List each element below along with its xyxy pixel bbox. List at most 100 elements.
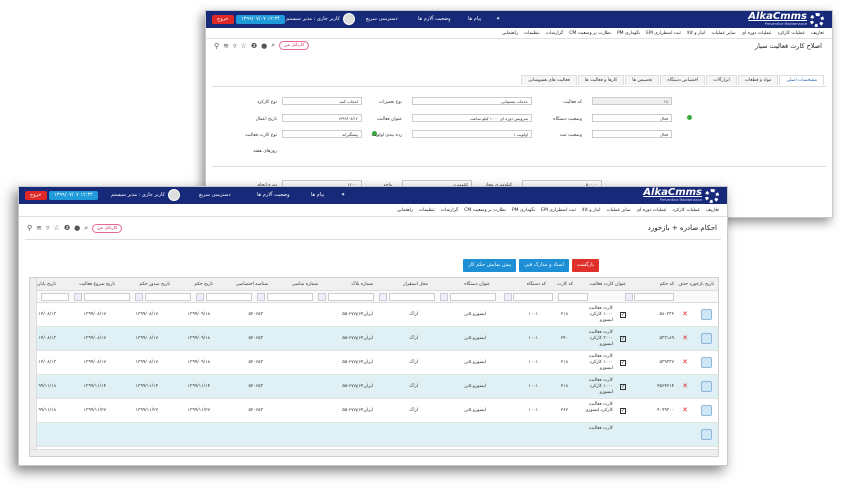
record-status-select[interactable]: فعال: [592, 130, 672, 138]
row-checkbox[interactable]: ✓: [620, 384, 626, 390]
filter-icon[interactable]: [135, 293, 143, 301]
delete-icon[interactable]: ✕: [682, 334, 688, 342]
tab-overlap[interactable]: فعالیت های همپوشانی: [521, 75, 577, 85]
table-row[interactable]: ✕ ✓ ۴۵۶۴۲۱۴ کارت فعالیت ۱۰۰۰ کارکرد ایسوزو ۲…: [30, 375, 718, 399]
col-header[interactable]: تاریخ پایان: [37, 282, 56, 287]
pin-icon[interactable]: ✦: [341, 192, 345, 198]
col-header[interactable]: شماره پلاک: [351, 282, 373, 287]
activity-code-input[interactable]: ۱۸: [592, 97, 672, 105]
delete-icon[interactable]: ✕: [682, 406, 688, 414]
pin-icon[interactable]: ✦: [496, 16, 500, 22]
card-type-select[interactable]: پیشگیرانه: [282, 130, 362, 138]
user-menu[interactable]: کاربر جاری : مدیر سیستم: [111, 189, 180, 201]
col-header[interactable]: کد حکم: [660, 282, 674, 287]
table-row[interactable]: ✕ ✓ ۵۳۳۱۸۹ کارت فعالیت ۳۰۰۰ کارکرد ایسوزو ۲۴…: [30, 327, 718, 351]
col-header[interactable]: تاریخ صدور حکم: [139, 282, 170, 287]
inbox-pill[interactable]: کارتابل من: [92, 223, 123, 233]
start-date-input[interactable]: ۱۳۹۹/۰۸/۱۲: [282, 114, 362, 122]
filter-icon[interactable]: [504, 293, 512, 301]
horizontal-scrollbar[interactable]: [30, 449, 718, 456]
tab-devices[interactable]: اختصاص دستگاه: [660, 75, 706, 85]
chart-icon[interactable]: ≋: [36, 224, 42, 232]
funnel-icon[interactable]: ▿: [233, 42, 237, 50]
filter-icon[interactable]: [379, 293, 387, 301]
chart-icon[interactable]: ≋: [223, 42, 229, 50]
preview-button[interactable]: پیش نمایش حکم کار: [463, 259, 517, 272]
menu-item[interactable]: راهنمایی: [502, 31, 518, 36]
row-checkbox[interactable]: ✓: [620, 408, 626, 414]
filter-icon[interactable]: ⚲: [214, 42, 219, 50]
search-icon[interactable]: ⌕: [84, 224, 88, 233]
filter-input[interactable]: [267, 293, 313, 301]
menu-item[interactable]: CM نظارت بر وضعیت: [569, 31, 611, 36]
messages-link[interactable]: پیام ها: [468, 16, 481, 22]
filter-icon[interactable]: ⚲: [27, 224, 32, 232]
menu-item[interactable]: عملیات کارکرد: [778, 31, 806, 36]
help-icon[interactable]: ❷: [251, 42, 257, 50]
quick-access-link[interactable]: دسترسی سریع: [199, 192, 231, 198]
alarm-status-link[interactable]: وضعیت آلارم ها: [257, 192, 290, 198]
documents-button[interactable]: اسناد و مدارک فنی: [519, 259, 569, 272]
filter-input[interactable]: [558, 293, 588, 301]
filter-input[interactable]: [206, 293, 252, 301]
filter-input[interactable]: [328, 293, 374, 301]
menu-item[interactable]: EM ثبت اضطراری: [646, 31, 681, 36]
menu-item[interactable]: CM نظارت بر وضعیت: [464, 208, 506, 213]
vertical-scrollbar[interactable]: [30, 278, 37, 456]
exit-button[interactable]: خروج: [25, 191, 47, 200]
feedback-icon[interactable]: [701, 357, 712, 368]
menu-item[interactable]: راهنمایی: [397, 208, 413, 213]
feedback-icon[interactable]: [701, 381, 712, 392]
filter-icon[interactable]: [318, 293, 326, 301]
menu-item[interactable]: عملیات دوره ای: [637, 208, 667, 213]
table-row[interactable]: ✕ ✓ ۵۳۹۳۳۷ کارت فعالیت ۱۰۰۰ کارکرد ایسوزو ۲۱…: [30, 351, 718, 375]
filter-icon[interactable]: [196, 293, 204, 301]
device-status-select[interactable]: فعال: [592, 114, 672, 122]
star-icon[interactable]: ☆: [54, 224, 60, 232]
col-header[interactable]: تاریخ حکم: [194, 282, 213, 287]
filter-input[interactable]: [145, 293, 191, 301]
filter-input[interactable]: [513, 293, 553, 301]
menu-item[interactable]: عملیات دوره ای: [742, 31, 772, 36]
filter-input[interactable]: [41, 293, 69, 301]
inbox-pill[interactable]: کارتابل من: [279, 41, 310, 50]
col-header[interactable]: عنوان کارت فعالیت: [589, 282, 626, 287]
menu-item[interactable]: تعاریف: [811, 31, 824, 36]
priority-select[interactable]: اولویت ۱: [412, 130, 532, 138]
messages-link[interactable]: پیام ها: [311, 192, 324, 198]
tab-tasks[interactable]: کارها و فعالیت ها: [577, 75, 625, 85]
tab-parts[interactable]: مواد و قطعات: [737, 75, 779, 85]
row-checkbox[interactable]: ✓: [620, 336, 626, 342]
feedback-icon[interactable]: [701, 429, 712, 440]
work-type-select[interactable]: انتخاب کنید: [282, 97, 362, 105]
feedback-icon[interactable]: [701, 405, 712, 416]
filter-icon[interactable]: [257, 293, 265, 301]
col-header[interactable]: محل استقرار: [403, 282, 428, 287]
delete-icon[interactable]: ✕: [682, 382, 688, 390]
row-checkbox[interactable]: ✓: [620, 312, 626, 318]
repair-type-select[interactable]: خدمات پشتیبانی: [412, 97, 532, 105]
filter-input[interactable]: [84, 293, 130, 301]
menu-item[interactable]: گزارشات: [441, 208, 458, 213]
refresh-icon[interactable]: ●: [74, 224, 80, 232]
back-button[interactable]: بازگشت: [571, 259, 599, 272]
col-header[interactable]: کد کارت: [557, 282, 573, 287]
menu-item[interactable]: سایر عملیات: [606, 208, 630, 213]
menu-item[interactable]: عملیات کارکرد: [673, 208, 701, 213]
help-icon[interactable]: ❷: [64, 224, 70, 232]
col-header[interactable]: شناسه اختصاصی: [236, 282, 268, 287]
delete-icon[interactable]: ✕: [682, 358, 688, 366]
col-header[interactable]: تاریخ شروع فعالیت: [79, 282, 115, 287]
col-header[interactable]: شماره شاسی: [292, 282, 318, 287]
menu-item[interactable]: PM نگهداری: [617, 31, 640, 36]
quick-access-link[interactable]: دسترسی سریع: [366, 16, 398, 22]
star-icon[interactable]: ☆: [241, 42, 247, 50]
col-header[interactable]: تاریخ بازخورد: [690, 282, 714, 287]
feedback-icon[interactable]: [701, 333, 712, 344]
exit-button[interactable]: خروج: [212, 15, 234, 24]
col-header[interactable]: عنوان دستگاه: [464, 282, 490, 287]
col-header[interactable]: کد دستگاه: [527, 282, 546, 287]
row-checkbox[interactable]: ✓: [620, 360, 626, 366]
menu-item[interactable]: PM نگهداری: [512, 208, 535, 213]
menu-item[interactable]: انبار و کالا: [687, 31, 706, 36]
